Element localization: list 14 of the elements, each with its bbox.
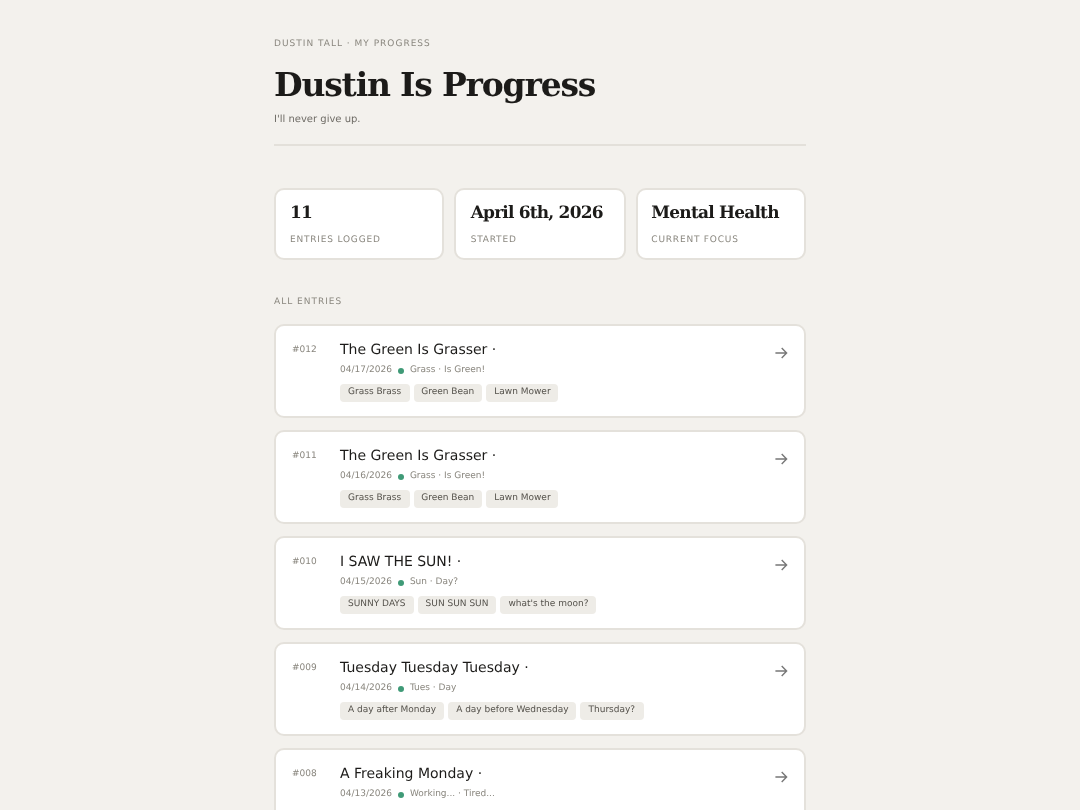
status-dot [397, 580, 404, 586]
status-dot [397, 686, 404, 692]
stat-value: Mental Health [651, 203, 782, 225]
arrow-right-icon [774, 664, 788, 678]
arrow-right-icon [774, 346, 788, 360]
stat-value: 11 [290, 203, 315, 225]
status-dot [397, 792, 404, 798]
stat-value: April 6th, 2026 [470, 203, 605, 225]
page-title: Dustin Is Progress [274, 66, 598, 104]
arrow-right-icon [774, 558, 788, 572]
arrow-right-icon [774, 770, 788, 784]
status-dot [397, 368, 404, 374]
arrow-right-icon [774, 452, 788, 466]
status-dot [397, 474, 404, 480]
